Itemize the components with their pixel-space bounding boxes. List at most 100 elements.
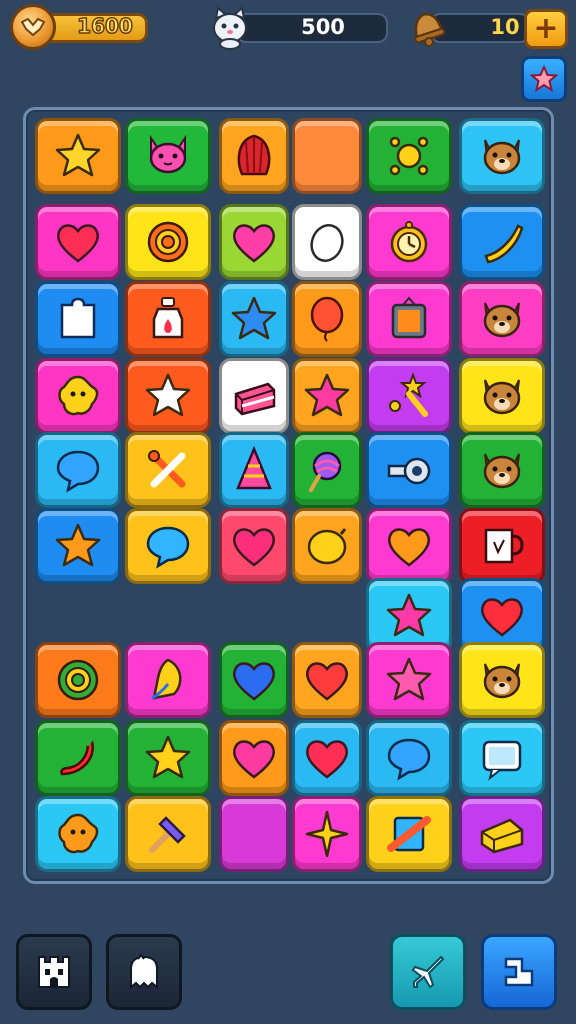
dog-icon xyxy=(483,379,521,415)
game-tile[interactable] xyxy=(366,358,452,434)
game-tile[interactable] xyxy=(292,432,362,508)
add-currency-button[interactable]: + xyxy=(524,9,568,49)
game-tile[interactable] xyxy=(292,720,362,796)
game-tile[interactable] xyxy=(35,432,121,508)
game-tile[interactable] xyxy=(35,204,121,280)
bell-icon xyxy=(404,4,450,50)
game-tile[interactable] xyxy=(125,118,211,194)
game-tile[interactable] xyxy=(459,358,545,434)
game-tile[interactable] xyxy=(125,796,211,872)
dog-icon xyxy=(483,663,521,699)
game-tile[interactable] xyxy=(35,796,121,872)
game-tile[interactable] xyxy=(366,796,452,872)
star-icon xyxy=(386,657,432,701)
game-tile[interactable] xyxy=(125,508,211,584)
castle-button[interactable] xyxy=(16,934,92,1010)
game-tile[interactable] xyxy=(292,796,362,872)
hammer-icon xyxy=(149,816,186,853)
plane-icon xyxy=(411,955,445,989)
bubble-icon xyxy=(56,450,100,493)
game-tile[interactable] xyxy=(459,796,545,872)
shell-icon xyxy=(237,134,271,176)
game-tile[interactable] xyxy=(219,720,289,796)
game-tile[interactable] xyxy=(219,796,289,872)
game-tile[interactable] xyxy=(35,281,121,357)
game-tile[interactable] xyxy=(292,281,362,357)
star-icon xyxy=(55,523,101,567)
game-tile[interactable] xyxy=(219,281,289,357)
ghost-button[interactable] xyxy=(106,934,182,1010)
game-tile[interactable] xyxy=(35,358,121,434)
heart-icon xyxy=(233,528,275,567)
game-tile[interactable] xyxy=(292,204,362,280)
game-tile[interactable] xyxy=(292,642,362,718)
heart-icon xyxy=(306,740,348,779)
coin-count: 1600 xyxy=(76,13,133,39)
star-icon xyxy=(145,735,191,779)
game-tile[interactable] xyxy=(366,204,452,280)
bell-counter: 10 + xyxy=(404,4,568,50)
game-tile[interactable] xyxy=(35,642,121,718)
game-tile[interactable] xyxy=(219,204,289,280)
game-tile[interactable] xyxy=(459,508,545,584)
game-tile[interactable] xyxy=(366,432,452,508)
game-tile[interactable] xyxy=(459,281,545,357)
blob-icon xyxy=(58,813,99,854)
banana-icon xyxy=(484,224,524,264)
game-tile[interactable] xyxy=(292,358,362,434)
game-tile[interactable] xyxy=(459,204,545,280)
game-tile[interactable] xyxy=(366,508,452,584)
favorites-star-button[interactable] xyxy=(521,56,567,102)
game-tile[interactable] xyxy=(292,118,362,194)
game-tile[interactable] xyxy=(459,642,545,718)
tools-icon xyxy=(148,450,186,488)
game-tile[interactable] xyxy=(366,281,452,357)
blob-icon xyxy=(58,375,99,416)
sun-icon xyxy=(389,136,429,176)
game-tile[interactable] xyxy=(219,118,289,194)
swap-button[interactable] xyxy=(481,934,557,1010)
game-tile[interactable] xyxy=(366,642,452,718)
balloon-icon xyxy=(310,296,344,342)
sparkle-icon xyxy=(305,810,349,858)
game-tile[interactable] xyxy=(459,432,545,508)
target-icon xyxy=(57,659,99,701)
ghost-icon xyxy=(130,953,158,990)
game-tile[interactable] xyxy=(35,508,121,584)
game-tile[interactable] xyxy=(219,642,289,718)
game-tile[interactable] xyxy=(35,720,121,796)
game-tile[interactable] xyxy=(219,358,289,434)
dog-icon xyxy=(483,453,521,489)
game-tile[interactable] xyxy=(459,720,545,796)
cat-icon xyxy=(149,134,187,174)
game-tile[interactable] xyxy=(219,432,289,508)
game-tile[interactable] xyxy=(366,118,452,194)
plane-button[interactable] xyxy=(390,934,466,1010)
game-tile[interactable] xyxy=(125,204,211,280)
game-tile[interactable] xyxy=(125,720,211,796)
game-tile[interactable] xyxy=(35,118,121,194)
cheese-icon xyxy=(480,818,524,854)
game-tile[interactable] xyxy=(292,508,362,584)
game-tile[interactable] xyxy=(459,118,545,194)
game-tile[interactable] xyxy=(125,281,211,357)
game-tile[interactable] xyxy=(219,508,289,584)
star-icon xyxy=(386,593,432,637)
swap-icon xyxy=(504,957,534,987)
game-tile[interactable] xyxy=(125,642,211,718)
bubble-icon xyxy=(387,738,431,781)
castle-icon xyxy=(38,956,70,988)
heart-icon xyxy=(481,598,523,637)
mug-icon xyxy=(484,528,524,564)
leaf-icon xyxy=(151,658,182,700)
game-tile[interactable] xyxy=(125,358,211,434)
egg-icon xyxy=(310,224,344,262)
frame-icon xyxy=(391,296,427,339)
wand-icon xyxy=(389,372,428,417)
whistle-icon xyxy=(387,457,431,485)
game-tile[interactable] xyxy=(366,720,452,796)
cake-icon xyxy=(234,382,276,416)
heart-icon xyxy=(57,224,99,263)
game-tile[interactable] xyxy=(125,432,211,508)
dog-icon xyxy=(483,302,521,338)
